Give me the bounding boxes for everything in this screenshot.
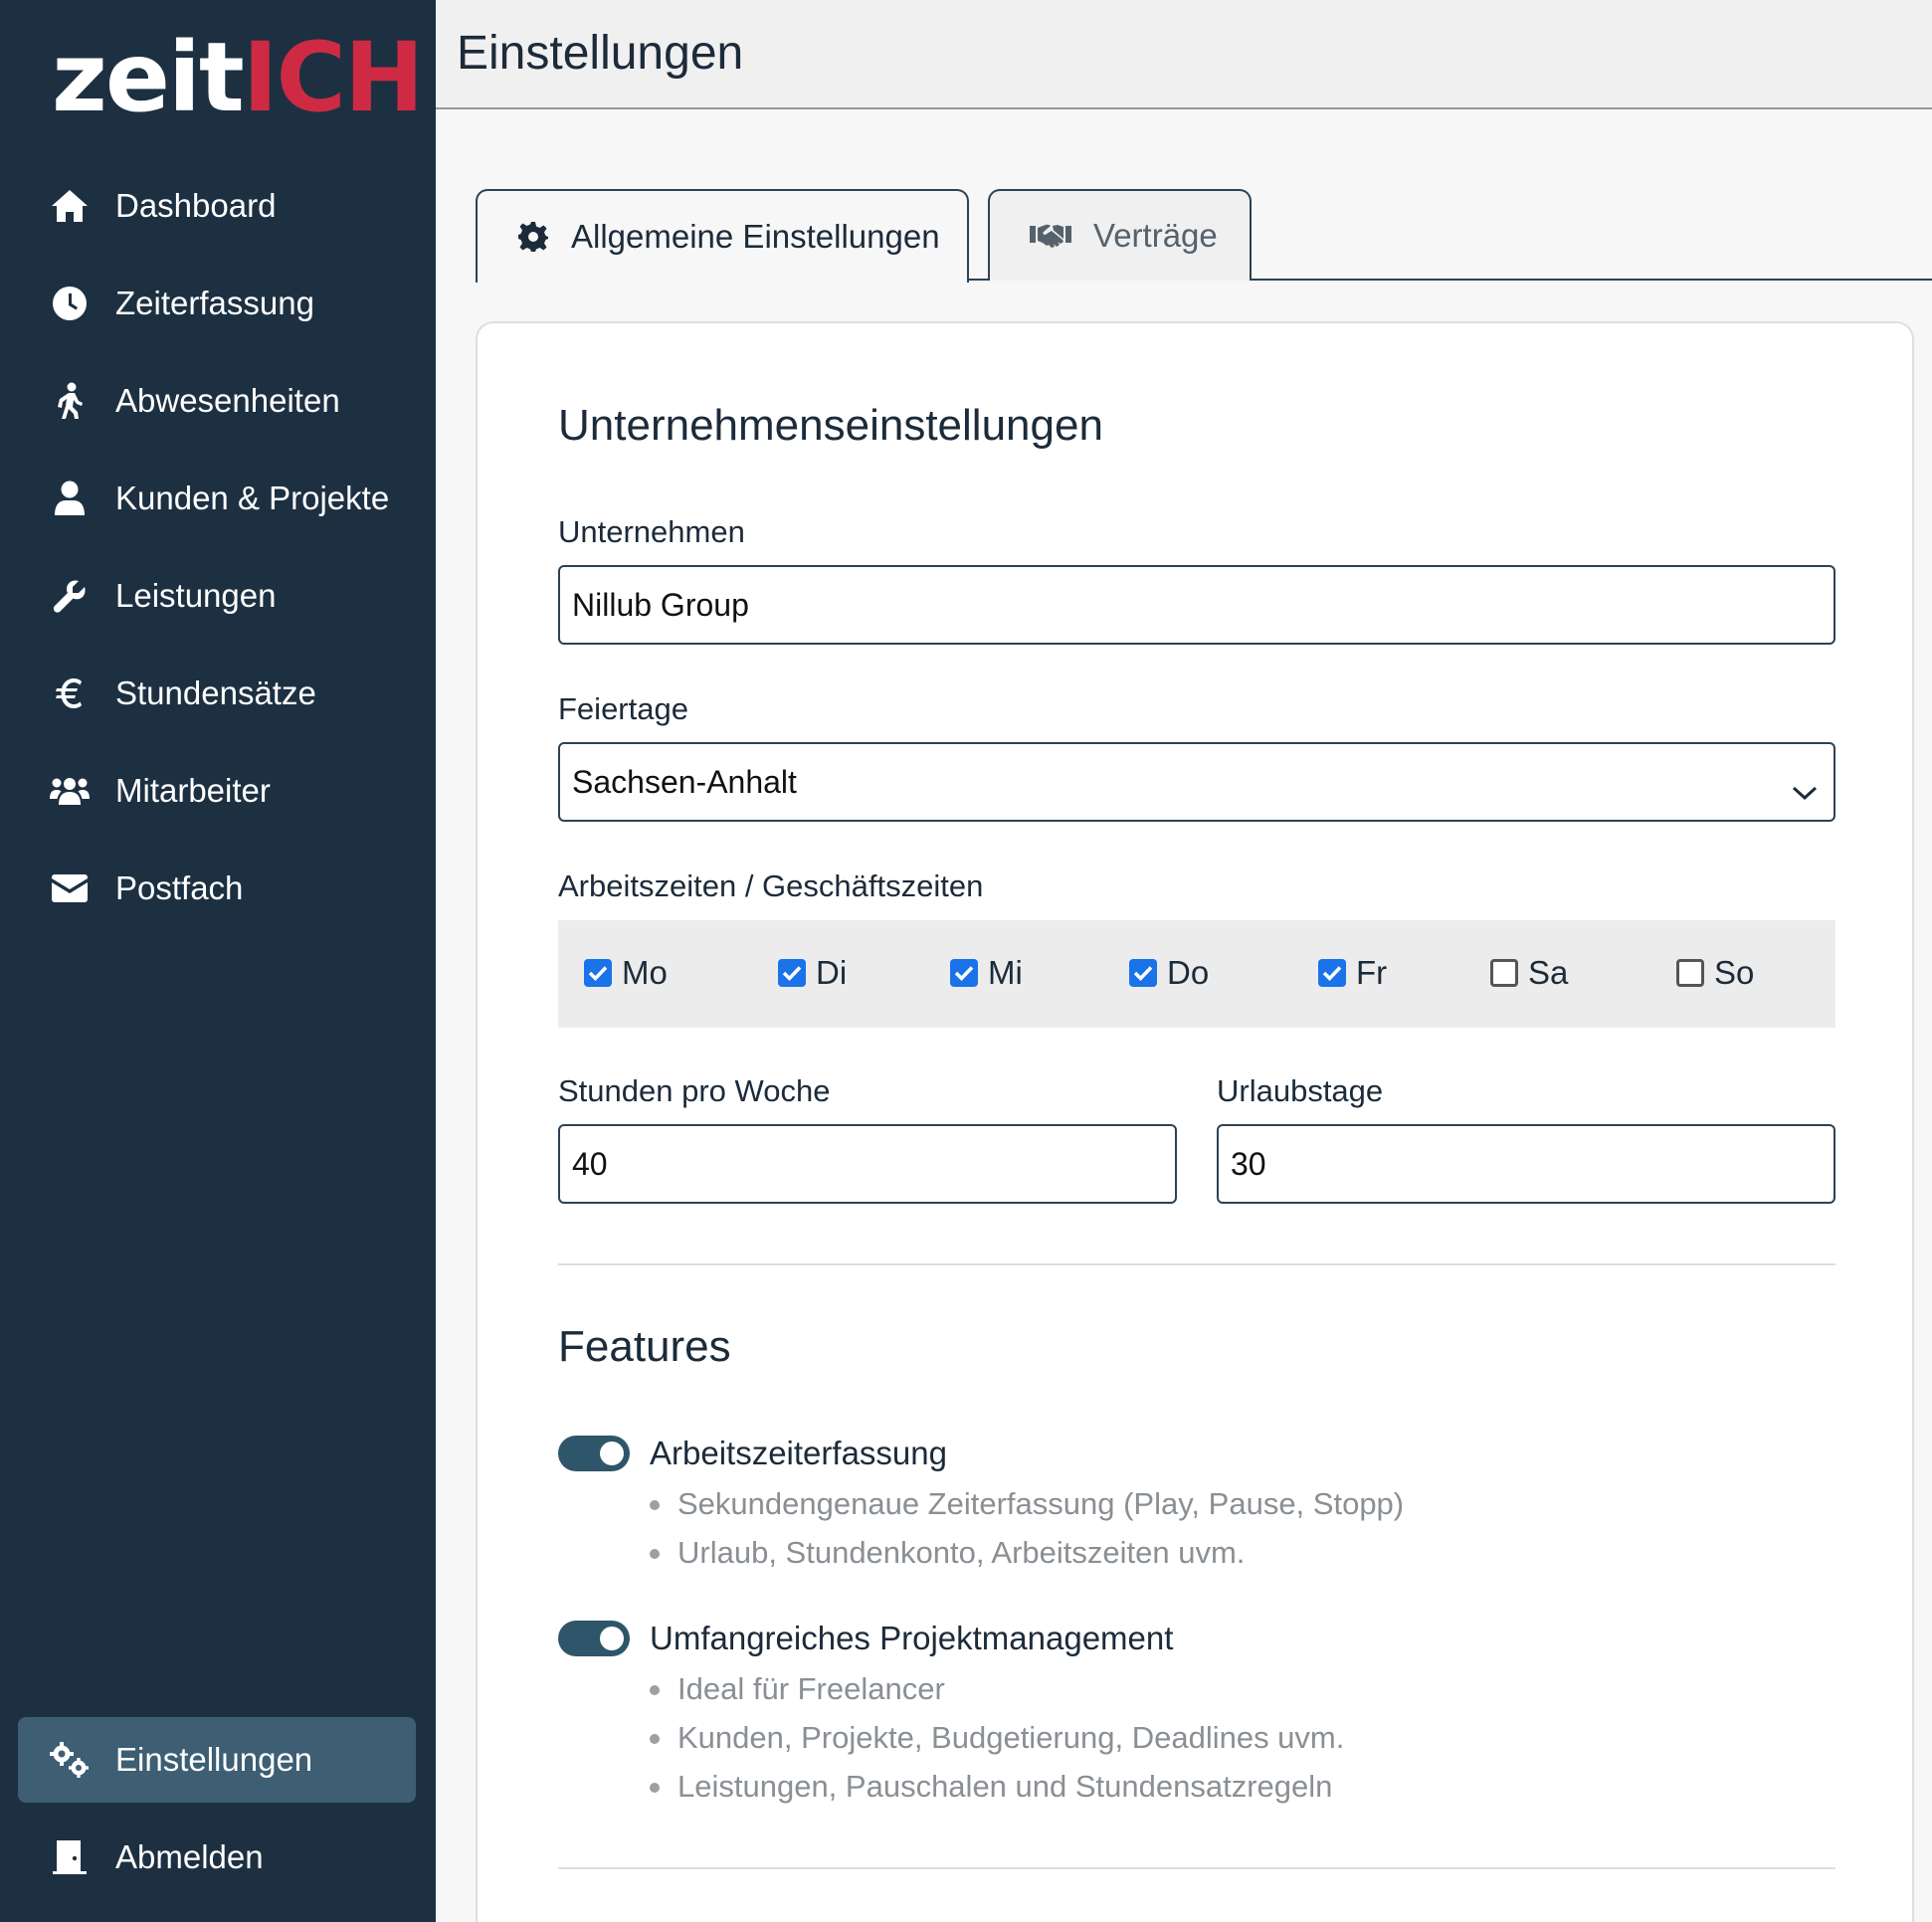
sidebar-item-einstellungen[interactable]: Einstellungen xyxy=(18,1717,416,1803)
logo-part-ich: ICH xyxy=(242,22,425,133)
feature-arbeitszeiterfassung: Arbeitszeiterfassung Sekundengenaue Zeit… xyxy=(558,1430,1835,1577)
sidebar-item-label: Dashboard xyxy=(115,187,277,224)
tab-allgemeine-einstellungen[interactable]: Allgemeine Einstellungen xyxy=(476,189,969,283)
door-icon xyxy=(48,1835,92,1879)
day-checkbox-do[interactable]: Do xyxy=(1129,954,1209,992)
day-checkbox-mi[interactable]: Mi xyxy=(950,954,1023,992)
day-checkbox-fr[interactable]: Fr xyxy=(1318,954,1387,992)
feature-label: Arbeitszeiterfassung xyxy=(650,1435,947,1471)
toggle-knob xyxy=(600,1442,624,1465)
sidebar-item-label: Postfach xyxy=(115,869,244,906)
company-label: Unternehmen xyxy=(558,514,745,549)
feature-header: Arbeitszeiterfassung xyxy=(558,1430,1835,1477)
day-label: Mo xyxy=(622,954,668,991)
sidebar-item-abmelden[interactable]: Abmelden xyxy=(18,1815,416,1900)
divider xyxy=(558,1867,1835,1869)
holidays-select[interactable]: Sachsen-Anhalt xyxy=(558,742,1835,822)
gear-icon xyxy=(517,221,549,253)
feature-header: Umfangreiches Projektmanagement xyxy=(558,1615,1835,1662)
sidebar-item-dashboard[interactable]: Dashboard xyxy=(18,163,416,249)
section-title-features: Features xyxy=(558,1322,731,1371)
hours-label: Stunden pro Woche xyxy=(558,1073,831,1108)
feature-projektmanagement: Umfangreiches Projektmanagement Ideal fü… xyxy=(558,1615,1835,1811)
envelope-icon xyxy=(48,866,92,910)
day-label: Fr xyxy=(1356,954,1388,991)
sidebar-item-label: Mitarbeiter xyxy=(115,772,271,809)
clock-icon xyxy=(48,282,92,325)
checkbox-checked-icon xyxy=(1318,959,1346,987)
tab-vertraege[interactable]: Verträge xyxy=(988,189,1252,281)
logo-part-zeit: zeit xyxy=(52,22,245,133)
feature-toggle-projektmanagement[interactable] xyxy=(558,1621,630,1656)
settings-card: Unternehmenseinstellungen Unternehmen Fe… xyxy=(476,321,1914,1922)
feature-bullets: Ideal für Freelancer Kunden, Projekte, B… xyxy=(650,1664,1835,1811)
workdays-group: Mo Di Mi Do Fr Sa So xyxy=(558,920,1835,1028)
list-item: Leistungen, Pauschalen und Stundensatzre… xyxy=(650,1762,1835,1811)
sidebar-item-mitarbeiter[interactable]: Mitarbeiter xyxy=(18,748,416,834)
logo[interactable]: zeitICH xyxy=(52,30,424,125)
sidebar-item-abwesenheiten[interactable]: Abwesenheiten xyxy=(18,358,416,444)
sidebar-item-label: Leistungen xyxy=(115,577,277,614)
tab-label: Verträge xyxy=(1093,217,1218,254)
day-checkbox-sa[interactable]: Sa xyxy=(1490,954,1568,992)
users-icon xyxy=(48,769,92,813)
checkbox-checked-icon xyxy=(778,959,806,987)
sidebar-item-leistungen[interactable]: Leistungen xyxy=(18,553,416,639)
section-title-company: Unternehmenseinstellungen xyxy=(558,401,1103,450)
day-checkbox-di[interactable]: Di xyxy=(778,954,847,992)
day-label: Sa xyxy=(1528,954,1569,991)
feature-toggle-arbeitszeiterfassung[interactable] xyxy=(558,1436,630,1471)
vacation-label: Urlaubstage xyxy=(1217,1073,1384,1108)
holidays-selected-value: Sachsen-Anhalt xyxy=(572,763,797,800)
top-header: Einstellungen xyxy=(436,0,1932,109)
day-label: Mi xyxy=(988,954,1023,991)
page-title: Einstellungen xyxy=(457,27,744,80)
list-item: Urlaub, Stundenkonto, Arbeitszeiten uvm. xyxy=(650,1528,1835,1577)
day-label: Di xyxy=(816,954,848,991)
divider xyxy=(558,1263,1835,1265)
sidebar-item-label: Einstellungen xyxy=(115,1741,313,1778)
tab-label: Allgemeine Einstellungen xyxy=(571,218,940,255)
checkbox-checked-icon xyxy=(950,959,978,987)
handshake-icon xyxy=(1030,223,1071,249)
cogs-icon xyxy=(48,1738,92,1782)
sidebar-item-label: Abwesenheiten xyxy=(115,382,340,419)
company-input[interactable] xyxy=(558,565,1835,645)
euro-icon xyxy=(48,672,92,715)
toggle-knob xyxy=(600,1627,624,1650)
sidebar-item-label: Abmelden xyxy=(115,1838,264,1875)
wrench-icon xyxy=(48,574,92,618)
sidebar-item-label: Zeiterfassung xyxy=(115,285,314,321)
list-item: Kunden, Projekte, Budgetierung, Deadline… xyxy=(650,1713,1835,1762)
hours-per-week-input[interactable] xyxy=(558,1124,1177,1204)
user-icon xyxy=(48,477,92,520)
list-item: Ideal für Freelancer xyxy=(650,1664,1835,1713)
day-checkbox-so[interactable]: So xyxy=(1676,954,1754,992)
checkbox-checked-icon xyxy=(1129,959,1157,987)
workdays-label: Arbeitszeiten / Geschäftszeiten xyxy=(558,868,984,903)
sidebar-item-postfach[interactable]: Postfach xyxy=(18,846,416,931)
sidebar-item-kunden-projekte[interactable]: Kunden & Projekte xyxy=(18,456,416,541)
sidebar-item-zeiterfassung[interactable]: Zeiterfassung xyxy=(18,261,416,346)
feature-bullets: Sekundengenaue Zeiterfassung (Play, Paus… xyxy=(650,1479,1835,1577)
sidebar-item-label: Kunden & Projekte xyxy=(115,480,390,516)
list-item: Sekundengenaue Zeiterfassung (Play, Paus… xyxy=(650,1479,1835,1528)
day-label: So xyxy=(1714,954,1755,991)
chevron-down-icon xyxy=(1792,772,1818,809)
day-label: Do xyxy=(1167,954,1210,991)
walking-icon xyxy=(48,379,92,423)
feature-label: Umfangreiches Projektmanagement xyxy=(650,1620,1174,1656)
checkbox-unchecked-icon xyxy=(1490,959,1518,987)
checkbox-checked-icon xyxy=(584,959,612,987)
sidebar: zeitICH Dashboard Zeiterfassung Abwesenh… xyxy=(0,0,436,1922)
home-icon xyxy=(48,184,92,228)
holidays-label: Feiertage xyxy=(558,691,688,726)
day-checkbox-mo[interactable]: Mo xyxy=(584,954,668,992)
vacation-days-input[interactable] xyxy=(1217,1124,1835,1204)
sidebar-item-label: Stundensätze xyxy=(115,674,316,711)
checkbox-unchecked-icon xyxy=(1676,959,1704,987)
sidebar-item-stundensaetze[interactable]: Stundensätze xyxy=(18,651,416,736)
